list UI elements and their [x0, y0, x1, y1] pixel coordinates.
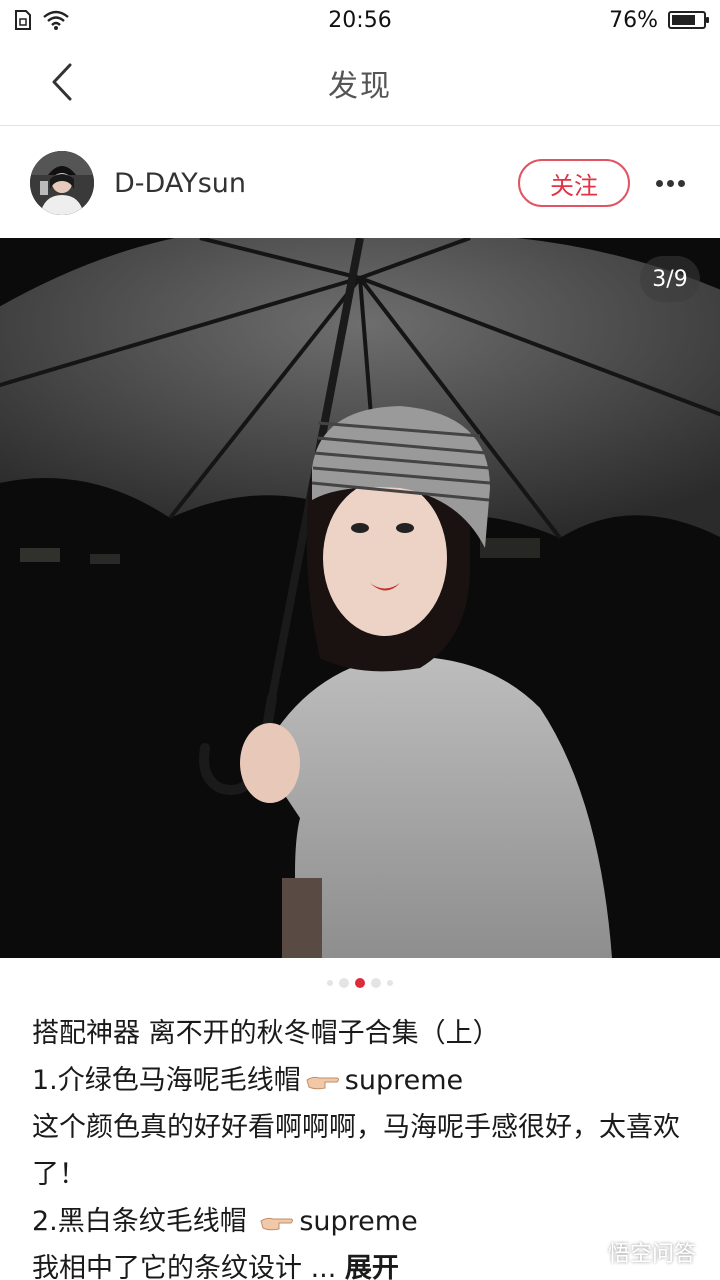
- item2-desc-text: 我相中了它的条纹设计: [32, 1253, 302, 1280]
- expand-link[interactable]: 展开: [345, 1253, 399, 1280]
- follow-button[interactable]: 关注: [518, 159, 630, 207]
- pagination-dots: [0, 978, 720, 988]
- more-dots-icon: [677, 179, 685, 187]
- more-dots-icon: [666, 179, 674, 187]
- ellipsis: ...: [302, 1253, 345, 1280]
- more-button[interactable]: [650, 163, 690, 203]
- watermark: 悟空问答: [572, 1236, 696, 1268]
- more-dots-icon: [655, 179, 663, 187]
- status-bar: 20:56 76%: [0, 0, 720, 40]
- page-title: 发现: [328, 68, 392, 104]
- photo-counter: 3/9: [640, 256, 700, 302]
- post-item1: 1.介绿色马海呢毛线帽 supreme: [32, 1057, 692, 1104]
- item2-name: 2.黑白条纹毛线帽: [32, 1206, 256, 1237]
- status-right: 76%: [506, 7, 709, 33]
- item1-brand: supreme: [344, 1065, 464, 1096]
- backhand-index-pointing-right-icon: [306, 1076, 339, 1089]
- page-dot: [371, 978, 381, 988]
- page-dot: [327, 980, 333, 986]
- wifi-icon: [43, 10, 69, 30]
- battery-percent: 76%: [609, 7, 658, 33]
- backhand-index-pointing-right-icon: [260, 1217, 294, 1230]
- avatar[interactable]: [30, 151, 94, 215]
- page-dot-active: [355, 978, 365, 988]
- avatar-image: [30, 151, 94, 215]
- wukong-logo-icon: [573, 1243, 601, 1261]
- post-photo[interactable]: [0, 238, 720, 958]
- sim-card-icon: [15, 10, 31, 30]
- back-button[interactable]: [40, 60, 84, 104]
- post-item1-desc: 这个颜色真的好好看啊啊啊，马海呢手感很好，太喜欢了！: [32, 1112, 680, 1190]
- post-title: 搭配神器 离不开的秋冬帽子合集（上）: [32, 1018, 500, 1049]
- author-name[interactable]: D-DAYsun: [114, 168, 518, 199]
- page-dot: [387, 980, 393, 986]
- battery-fill: [672, 15, 695, 25]
- chevron-left-icon: [52, 63, 72, 101]
- author-row: D-DAYsun 关注: [0, 128, 720, 238]
- status-left: [14, 9, 214, 31]
- watermark-text: 悟空问答: [608, 1242, 697, 1267]
- header: 发现: [0, 40, 720, 126]
- photo-illustration: [0, 238, 720, 958]
- battery-icon: [668, 11, 709, 29]
- item1-name: 1.介绿色马海呢毛线帽: [32, 1065, 301, 1096]
- page-dot: [339, 978, 349, 988]
- item2-brand: supreme: [299, 1206, 418, 1237]
- status-time: 20:56: [328, 7, 392, 33]
